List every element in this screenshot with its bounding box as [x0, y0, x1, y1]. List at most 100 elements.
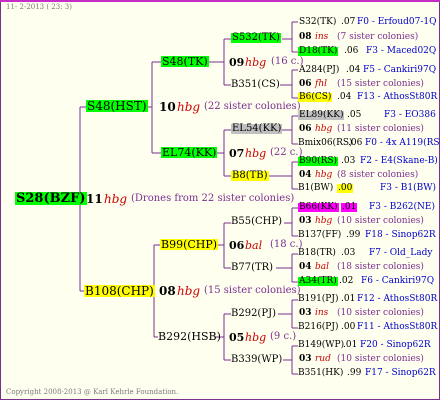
gen4mid-hbg-6: bal: [315, 262, 330, 272]
gen4-name-2[interactable]: D18(TK): [298, 47, 339, 56]
gen4-lab-2: F3 - Maced02Q: [366, 46, 437, 56]
gen4-lab-5: F3 - EO386: [384, 110, 436, 120]
gen4-name-13[interactable]: B191(PJ): [298, 295, 338, 304]
gen4-lab-1: F0 - Erfoud07-1Q: [357, 17, 437, 27]
gen4-name-8[interactable]: B1(BW): [298, 184, 333, 193]
gen4-name-7[interactable]: B90(RS): [298, 157, 339, 166]
gen4-name-11[interactable]: B18(TR): [298, 249, 336, 258]
gen4-name-9[interactable]: B66(KK): [298, 203, 339, 212]
gen4-lab-14: F11 - AthosSt80R: [357, 322, 438, 332]
gen4-val-8: .00: [337, 183, 354, 193]
gen4-val-12: .02: [339, 276, 354, 286]
gen3-node-7[interactable]: B292(PJ): [231, 309, 276, 319]
gen1-num-1: 10: [159, 100, 176, 114]
gen4-val-11: .03: [341, 248, 356, 258]
gen4-name-16[interactable]: B351(HK): [298, 369, 343, 378]
gen1-hbg-1: hbg: [177, 100, 201, 114]
gen4mid-hbg-7: ins: [315, 308, 329, 318]
gen4-val-5: .05: [347, 110, 362, 120]
gen4mid-note-2: (15 sister colonies): [337, 79, 424, 89]
gen4mid-note-1: (7 sister colonies): [337, 32, 419, 42]
gen3-node-2[interactable]: B351(CS): [231, 80, 280, 90]
gen4-val-16: .99: [347, 368, 362, 378]
gen4-val-1: .07: [341, 17, 356, 27]
gen2-note-4: (9 c.): [270, 331, 297, 342]
gen1-note-2: (15 sister colonies): [204, 285, 301, 296]
gen3-node-1[interactable]: S532(TK): [231, 33, 281, 43]
gen4mid-num-4: 04: [299, 170, 312, 180]
gen4-val-2: .06: [344, 46, 359, 56]
gen4mid-num-7: 03: [299, 308, 312, 318]
gen4mid-num-2: 06: [299, 79, 312, 89]
gen4-name-3[interactable]: A284(PJ): [299, 66, 339, 75]
gen2-hbg-1: hbg: [245, 56, 267, 69]
gen1-node-2[interactable]: B108(CHP): [84, 285, 155, 297]
gen4mid-num-8: 03: [299, 354, 312, 364]
gen1-node-1[interactable]: S48(HST): [86, 100, 148, 112]
gen2-num-1: 09: [229, 56, 245, 69]
gen4-name-12[interactable]: A34(TR): [298, 277, 338, 286]
gen4mid-num-1: 08: [299, 32, 312, 42]
header-date: 11- 2-2013 ( 23: 3): [6, 3, 72, 11]
gen3-node-5[interactable]: B55(CHP): [231, 217, 282, 227]
gen4-lab-12: F6 - Cankiri97Q: [361, 276, 435, 286]
gen2-node-2[interactable]: EL74(KK): [161, 147, 218, 158]
gen4mid-note-3: (11 sister colonies): [337, 124, 424, 134]
gen4mid-hbg-4: hbg: [315, 170, 333, 180]
gen4-lab-13: F12 - AthosSt80R: [357, 294, 438, 304]
gen2-num-4: 05: [229, 331, 245, 344]
gen4-lab-16: F17 - Sinop62R: [365, 368, 436, 378]
gen4-name-4[interactable]: B6(CS): [298, 93, 333, 102]
gen4-lab-6: F0 - 4x A119(RS): [365, 138, 440, 148]
gen1-num-2: 08: [159, 284, 176, 298]
gen4-name-5[interactable]: EL89(KK): [298, 111, 345, 120]
gen4-lab-8: F3 - B1(BW): [380, 183, 436, 193]
gen1-hbg-2: hbg: [177, 284, 201, 298]
gen4mid-hbg-8: rud: [315, 354, 331, 364]
gen4mid-hbg-1: ins: [315, 32, 329, 42]
gen4mid-hbg-3: hbg: [315, 124, 333, 134]
gen4-lab-7: F2 - E4(Skane-B): [360, 156, 438, 166]
gen2-node-3[interactable]: B99(CHP): [160, 239, 219, 250]
root-note: (Drones from 22 sister colonies): [131, 193, 295, 204]
gen4-val-13: .01: [341, 294, 356, 304]
root-num: 11: [86, 192, 103, 206]
gen4-lab-15: F20 - Sinop62R: [360, 340, 431, 350]
gen4-lab-10: F18 - Sinop62R: [365, 230, 436, 240]
gen4-lab-3: F5 - Cankiri97Q: [363, 65, 437, 75]
gen2-hbg-2: hbg: [245, 147, 267, 160]
gen2-node-4[interactable]: B292(HSB): [158, 331, 221, 342]
gen1-note-1: (22 sister colonies): [204, 101, 301, 112]
gen3-node-6[interactable]: B77(TR): [231, 263, 273, 273]
gen2-hbg-4: hbg: [245, 331, 267, 344]
gen4-val-15: .01: [343, 340, 358, 350]
root-hbg: hbg: [104, 192, 128, 206]
gen4-val-10: .99: [346, 230, 361, 240]
gen4mid-note-6: (18 sister colonies): [337, 262, 424, 272]
gen4mid-note-7: (10 sister colonies): [337, 308, 424, 318]
gen4-val-7: .03: [341, 156, 356, 166]
gen3-node-8[interactable]: B339(WP): [231, 355, 282, 365]
gen4-name-14[interactable]: B216(PJ): [298, 323, 338, 332]
gen4mid-num-3: 06: [299, 124, 312, 134]
gen3-node-3[interactable]: EL54(KK): [231, 124, 283, 134]
gen4mid-hbg-2: fhl: [315, 79, 328, 89]
gen3-node-4[interactable]: B8(TB): [231, 171, 269, 181]
gen4-name-1[interactable]: S32(TK): [299, 18, 336, 27]
gen2-num-3: 06: [229, 239, 245, 252]
footer-copyright: Copyright 2008-2013 @ Karl Kehrle Founda…: [6, 388, 179, 396]
gen4-val-9: .01: [341, 202, 358, 212]
root-node[interactable]: S28(BZF): [15, 192, 87, 205]
gen4mid-hbg-5: hbg: [315, 216, 333, 226]
gen4-val-14: .00: [341, 322, 356, 332]
gen4-name-10[interactable]: B137(FF): [298, 231, 341, 240]
gen4mid-num-5: 03: [299, 216, 312, 226]
gen4-val-4: .04: [337, 92, 352, 102]
gen2-node-1[interactable]: S48(TK): [161, 56, 209, 67]
gen4mid-note-4: (8 sister colonies): [337, 170, 419, 180]
gen4mid-note-5: (10 sister colonies): [337, 216, 424, 226]
gen4-lab-11: F7 - Old_Lady: [369, 248, 433, 258]
gen4-val-3: .04: [346, 65, 361, 75]
gen4-name-15[interactable]: B149(WP): [298, 341, 344, 350]
gen4-name-6[interactable]: Bmix06(RS): [298, 139, 353, 148]
